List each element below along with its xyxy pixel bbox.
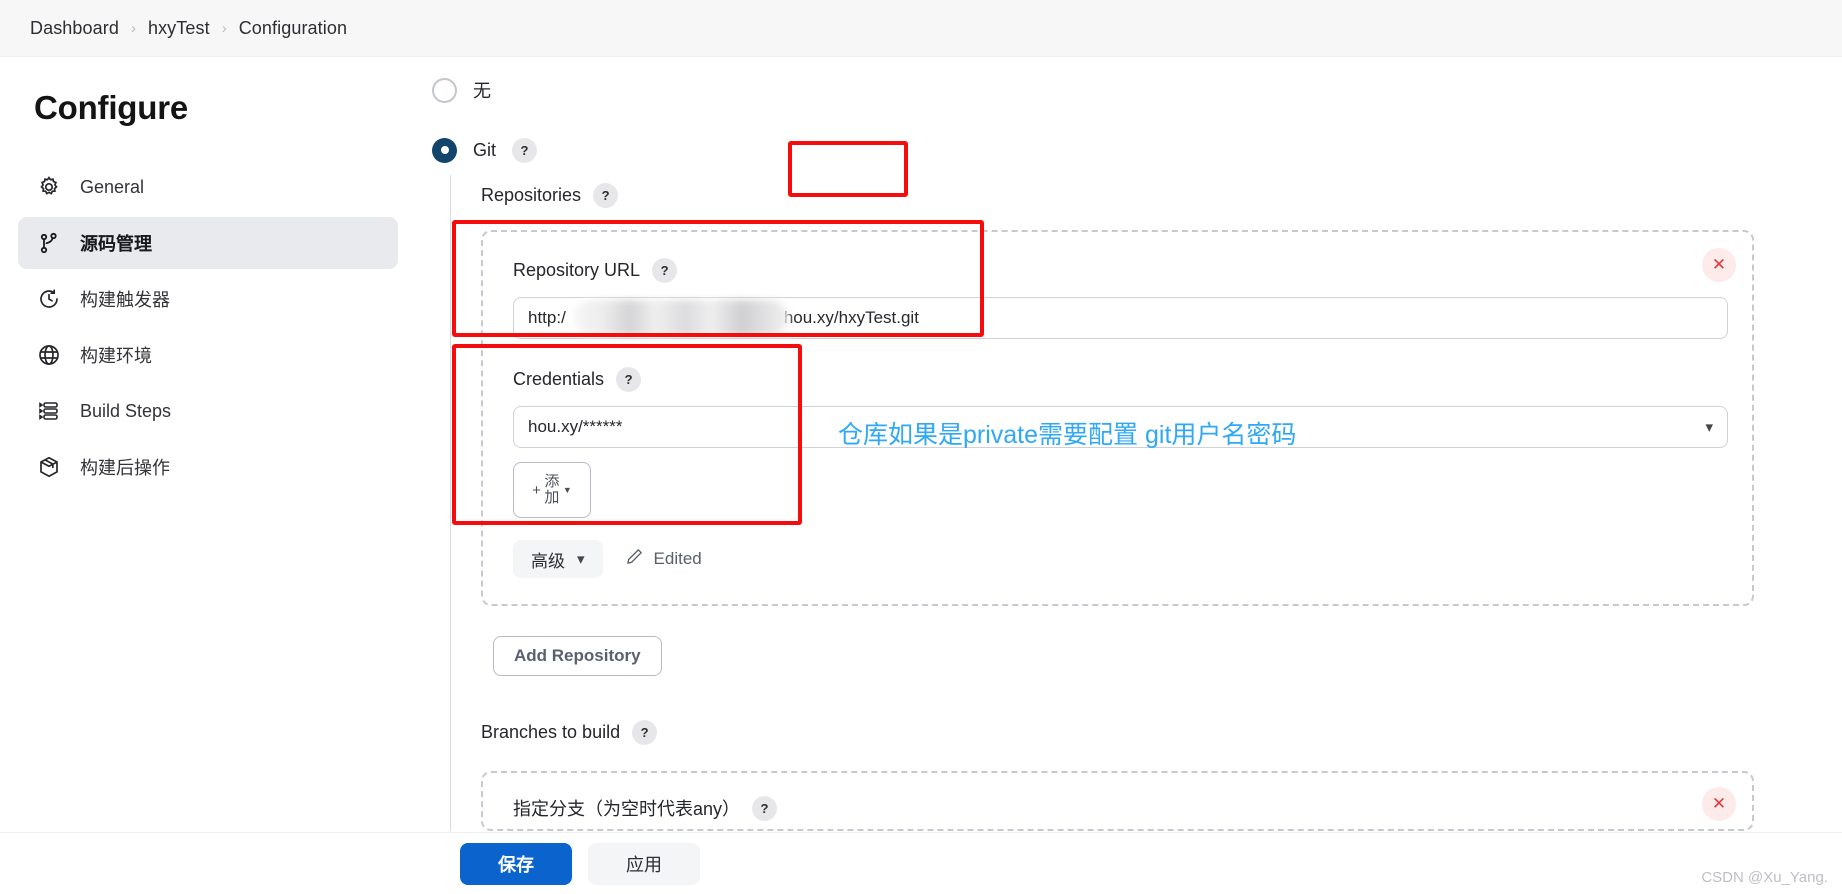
scm-option-git-label: Git: [473, 139, 497, 160]
page-body: Configure General 源码管理 构建触发器 构建环境 Build …: [0, 57, 1842, 894]
page-title: Configure: [34, 89, 189, 126]
delete-branch-icon[interactable]: ✕: [1702, 787, 1736, 821]
clock-icon: [36, 286, 62, 312]
repository-url-suffix: hou.xy/hxyTest.git: [783, 308, 919, 327]
repository-url-label-row: Repository URL ?: [513, 250, 1728, 291]
plus-icon: +: [532, 481, 541, 499]
branch-spec-card: ✕ 指定分支（为空时代表any） ?: [481, 771, 1754, 831]
add-repository-button[interactable]: Add Repository: [493, 636, 662, 676]
breadcrumb: Dashboard › hxyTest › Configuration: [0, 0, 1842, 57]
sidebar-item-build-environment[interactable]: 构建环境: [18, 329, 398, 381]
pencil-icon: [625, 547, 644, 571]
sidebar-item-post-build-actions[interactable]: 构建后操作: [18, 441, 398, 493]
credentials-select[interactable]: hou.xy/****** ▾: [513, 406, 1728, 448]
save-button[interactable]: 保存: [460, 842, 572, 885]
branches-to-build-label: Branches to build: [481, 722, 621, 742]
edited-label: Edited: [653, 549, 702, 568]
globe-icon: [36, 342, 62, 368]
advanced-label: 高级: [531, 551, 565, 571]
sidebar-item-label: 构建触发器: [80, 290, 170, 310]
sidebar-item-general[interactable]: General: [18, 161, 398, 213]
git-panel: Repositories ? ✕ Repository URL ? http:/…: [450, 175, 1842, 831]
breadcrumb-item-hxytest[interactable]: hxyTest: [138, 18, 220, 39]
chevron-down-icon: ▾: [577, 551, 585, 568]
sidebar-item-build-steps[interactable]: Build Steps: [18, 385, 398, 437]
sidebar-item-source-code-management[interactable]: 源码管理: [18, 217, 398, 269]
help-icon-branches[interactable]: ?: [632, 720, 658, 745]
repository-url-input[interactable]: http:/ hou.xy/hxyTest.git: [513, 297, 1728, 339]
repository-card: ✕ Repository URL ? http:/ hou.xy/hxyTest.…: [481, 230, 1754, 606]
scm-option-git[interactable]: Git ?: [432, 133, 1842, 167]
help-icon-repositories[interactable]: ?: [593, 183, 619, 208]
source-branch-icon: [36, 230, 62, 256]
breadcrumb-item-dashboard[interactable]: Dashboard: [20, 18, 129, 39]
repository-url-block: Repository URL ? http:/ hou.xy/hxyTest.gi…: [501, 250, 1728, 339]
sidebar-item-build-triggers[interactable]: 构建触发器: [18, 273, 398, 325]
repositories-label: Repositories: [481, 185, 582, 205]
credentials-label: Credentials: [513, 369, 605, 389]
repository-url-prefix: http:/: [528, 308, 566, 327]
add-credentials-button[interactable]: + 添加 ▼: [513, 462, 591, 518]
sidebar-item-label: 构建后操作: [80, 458, 170, 478]
branches-to-build-label-row: Branches to build ?: [481, 712, 1842, 753]
breadcrumb-separator-icon: ›: [221, 19, 227, 37]
repository-url-value: http:/ hou.xy/hxyTest.git: [528, 300, 919, 336]
scm-option-none[interactable]: 无: [432, 73, 1842, 107]
repositories-label-row: Repositories ?: [481, 175, 1842, 216]
sidebar-nav: General 源码管理 构建触发器 构建环境 Build Steps 构建后操…: [0, 161, 420, 493]
chevron-down-icon: ▾: [1705, 419, 1713, 436]
list-steps-icon: [36, 398, 62, 424]
scm-option-none-label: 无: [473, 81, 491, 101]
sidebar-item-label: General: [80, 176, 145, 197]
delete-repository-icon[interactable]: ✕: [1702, 248, 1736, 282]
redacted-url-region: [574, 300, 789, 336]
help-icon-credentials[interactable]: ?: [616, 367, 642, 392]
sidebar-item-label: Build Steps: [80, 400, 172, 421]
caret-down-icon: ▼: [562, 485, 572, 495]
edited-indicator[interactable]: Edited: [625, 547, 702, 571]
credentials-value: hou.xy/******: [528, 417, 623, 436]
gear-icon: [36, 174, 62, 200]
help-icon-git[interactable]: ?: [512, 137, 538, 163]
credentials-block: Credentials ? hou.xy/****** ▾ + 添加 ▼: [501, 359, 1728, 518]
repository-url-label: Repository URL: [513, 260, 641, 280]
sidebar-item-label: 构建环境: [80, 346, 152, 366]
credentials-label-row: Credentials ?: [513, 359, 1728, 400]
package-icon: [36, 454, 62, 480]
branch-spec-label: 指定分支（为空时代表any）: [513, 799, 741, 819]
breadcrumb-separator-icon: ›: [130, 19, 136, 37]
sidebar-item-label: 源码管理: [80, 234, 152, 254]
main-content: 无 Git ? Repositories ? ✕ Repository URL …: [420, 57, 1842, 894]
advanced-button[interactable]: 高级 ▾: [513, 540, 603, 578]
help-icon-branch-spec[interactable]: ?: [752, 795, 778, 821]
radio-git-icon[interactable]: [432, 137, 457, 163]
advanced-row: 高级 ▾ Edited: [501, 540, 1728, 578]
radio-none-icon[interactable]: [432, 77, 457, 103]
breadcrumb-item-configuration[interactable]: Configuration: [229, 18, 357, 39]
branch-spec-label-row: 指定分支（为空时代表any） ?: [501, 791, 1728, 829]
help-icon-repository-url[interactable]: ?: [652, 258, 678, 283]
apply-button[interactable]: 应用: [588, 842, 700, 885]
add-credentials-label: 添加: [544, 473, 560, 506]
watermark: CSDN @Xu_Yang.: [1701, 869, 1828, 886]
footer-actions: 保存 应用: [0, 832, 1842, 894]
sidebar: Configure General 源码管理 构建触发器 构建环境 Build …: [0, 57, 420, 894]
